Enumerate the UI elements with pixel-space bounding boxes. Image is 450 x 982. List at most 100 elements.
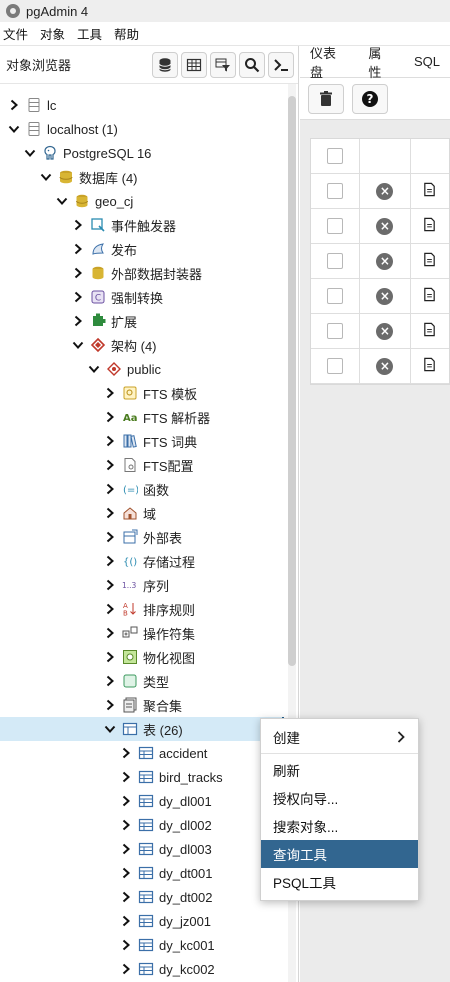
tree-node[interactable]: 数据库 (4) — [0, 165, 284, 189]
tree-node[interactable]: 表 (26) — [0, 717, 284, 741]
tree-node[interactable]: dy_dt002 — [0, 885, 284, 909]
chevron-right-icon[interactable] — [119, 914, 133, 928]
chevron-right-icon[interactable] — [103, 554, 117, 568]
tree-node[interactable]: FTS配置 — [0, 453, 284, 477]
tree-node[interactable]: PostgreSQL 16 — [0, 141, 284, 165]
chevron-down-icon[interactable] — [55, 194, 69, 208]
chevron-right-icon[interactable] — [103, 386, 117, 400]
tree-node[interactable]: dy_dl002 — [0, 813, 284, 837]
context-menu-item[interactable]: 查询工具 — [261, 840, 418, 868]
delete-row-icon[interactable]: × — [376, 287, 394, 305]
delete-row-icon[interactable]: × — [376, 217, 394, 235]
tree-node[interactable]: 扩展 — [0, 309, 284, 333]
tree-node[interactable]: 外部数据封装器 — [0, 261, 284, 285]
edit-row-icon[interactable] — [422, 357, 437, 375]
chevron-right-icon[interactable] — [103, 602, 117, 616]
row-checkbox[interactable] — [327, 288, 344, 304]
table-view-button[interactable] — [181, 51, 207, 78]
edit-row-icon[interactable] — [422, 322, 437, 340]
row-checkbox[interactable] — [327, 253, 344, 269]
menu-object[interactable]: 对象 — [40, 24, 65, 43]
chevron-right-icon[interactable] — [103, 506, 117, 520]
tree-node[interactable]: FTS 模板 — [0, 381, 284, 405]
chevron-down-icon[interactable] — [39, 170, 53, 184]
edit-row-icon[interactable] — [422, 252, 437, 270]
delete-button[interactable] — [308, 83, 344, 114]
search-button[interactable] — [239, 51, 265, 78]
filter-table-button[interactable] — [210, 51, 236, 78]
edit-row-icon[interactable] — [422, 182, 437, 200]
tree-node[interactable]: 事件触发器 — [0, 213, 284, 237]
tree-node[interactable]: 架构 (4) — [0, 333, 284, 357]
context-menu-item[interactable]: 授权向导... — [261, 784, 418, 812]
chevron-right-icon[interactable] — [119, 842, 133, 856]
chevron-right-icon[interactable] — [71, 242, 85, 256]
psql-button[interactable] — [268, 51, 294, 78]
tree-node[interactable]: dy_kc002 — [0, 957, 284, 981]
tree-node[interactable]: bird_tracks — [0, 765, 284, 789]
chevron-right-icon[interactable] — [71, 266, 85, 280]
tab-dashboard[interactable]: 仪表盘 — [300, 43, 358, 81]
tree-node[interactable]: 域 — [0, 501, 284, 525]
row-checkbox[interactable] — [327, 323, 344, 339]
tree-node[interactable]: accident — [0, 741, 284, 765]
chevron-right-icon[interactable] — [71, 314, 85, 328]
menu-tools[interactable]: 工具 — [77, 24, 102, 43]
chevron-right-icon[interactable] — [119, 794, 133, 808]
chevron-right-icon[interactable] — [103, 650, 117, 664]
context-menu-item[interactable]: 创建 — [261, 723, 418, 751]
chevron-right-icon[interactable] — [103, 530, 117, 544]
chevron-down-icon[interactable] — [7, 122, 21, 136]
chevron-right-icon[interactable] — [103, 626, 117, 640]
chevron-down-icon[interactable] — [23, 146, 37, 160]
chevron-right-icon[interactable] — [103, 674, 117, 688]
chevron-right-icon[interactable] — [119, 770, 133, 784]
chevron-right-icon[interactable] — [119, 890, 133, 904]
tree-node[interactable]: lc — [0, 93, 284, 117]
tree-node[interactable]: 1..3 序列 — [0, 573, 284, 597]
tree-node[interactable]: FTS 词典 — [0, 429, 284, 453]
database-icon-button[interactable] — [152, 51, 178, 78]
tree-node[interactable]: Aa FTS 解析器 — [0, 405, 284, 429]
tree-node[interactable]: dy_dt001 — [0, 861, 284, 885]
tree-node[interactable]: 操作符集 — [0, 621, 284, 645]
context-menu-item[interactable]: PSQL工具 — [261, 868, 418, 896]
tree-node[interactable]: 外部表 — [0, 525, 284, 549]
tree-scrollbar-thumb[interactable] — [288, 96, 296, 666]
tree-node[interactable]: dy_kc001 — [0, 933, 284, 957]
chevron-down-icon[interactable] — [103, 722, 117, 736]
tree-node[interactable]: (=) 函数 — [0, 477, 284, 501]
chevron-right-icon[interactable] — [103, 410, 117, 424]
edit-row-icon[interactable] — [422, 217, 437, 235]
chevron-right-icon[interactable] — [71, 218, 85, 232]
chevron-right-icon[interactable] — [119, 938, 133, 952]
tree-node[interactable]: geo_cj — [0, 189, 284, 213]
context-menu-item[interactable]: 搜索对象... — [261, 812, 418, 840]
chevron-down-icon[interactable] — [87, 362, 101, 376]
chevron-right-icon[interactable] — [119, 818, 133, 832]
help-button[interactable]: ? — [352, 83, 388, 114]
row-checkbox[interactable] — [327, 358, 344, 374]
tree-node[interactable]: A B 排序规则 — [0, 597, 284, 621]
row-checkbox[interactable] — [327, 183, 344, 199]
tree-node[interactable]: dy_dl001 — [0, 789, 284, 813]
row-checkbox[interactable] — [327, 148, 344, 164]
delete-row-icon[interactable]: × — [376, 322, 394, 340]
delete-row-icon[interactable]: × — [376, 357, 394, 375]
tree-node[interactable]: {() 存储过程 — [0, 549, 284, 573]
chevron-right-icon[interactable] — [103, 458, 117, 472]
chevron-down-icon[interactable] — [71, 338, 85, 352]
tree-node[interactable]: public — [0, 357, 284, 381]
tree-node[interactable]: dy_jz001 — [0, 909, 284, 933]
chevron-right-icon[interactable] — [103, 482, 117, 496]
tree-node[interactable]: C 强制转换 — [0, 285, 284, 309]
chevron-right-icon[interactable] — [103, 578, 117, 592]
tab-sql[interactable]: SQL — [404, 54, 450, 69]
menu-file[interactable]: 文件 — [3, 24, 28, 43]
chevron-right-icon[interactable] — [103, 698, 117, 712]
chevron-right-icon[interactable] — [7, 98, 21, 112]
edit-row-icon[interactable] — [422, 287, 437, 305]
delete-row-icon[interactable]: × — [376, 182, 394, 200]
tree-node[interactable]: localhost (1) — [0, 117, 284, 141]
menu-help[interactable]: 帮助 — [114, 24, 139, 43]
